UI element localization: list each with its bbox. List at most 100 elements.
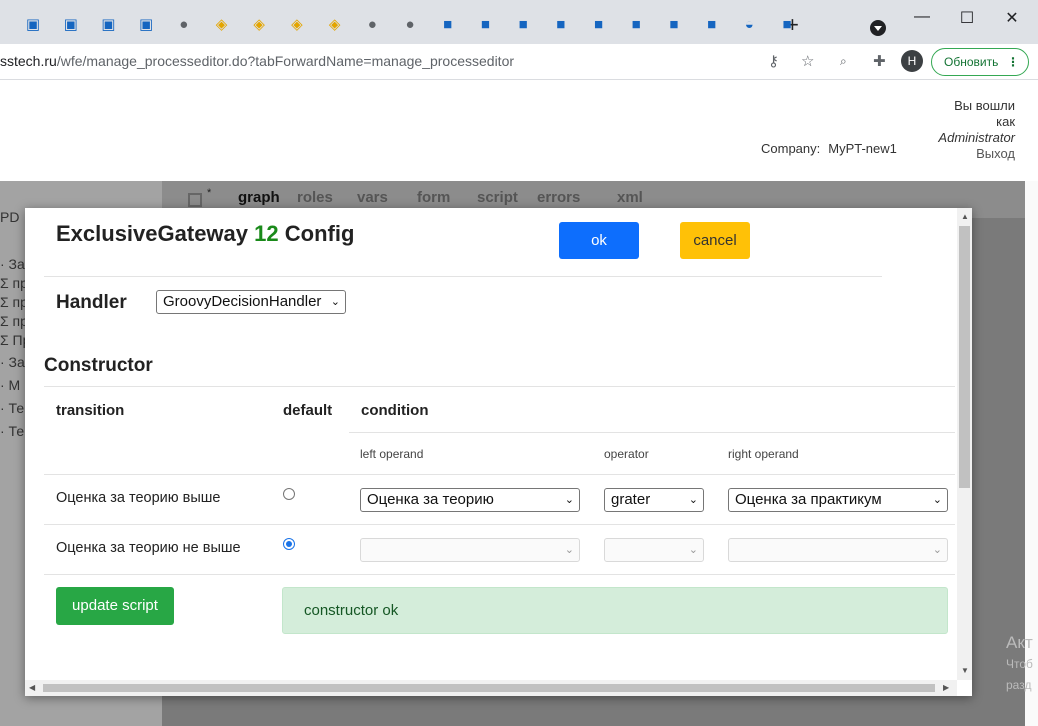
left-panel-item[interactable]: Σ пр [0,275,28,291]
scroll-thumb[interactable] [43,684,935,692]
chevron-down-icon: ⌄ [932,494,942,506]
login-line2: как [996,114,1015,129]
cancel-button[interactable]: cancel [680,222,750,259]
horizontal-scrollbar[interactable]: ◀ ▶ [25,680,957,696]
close-window-icon[interactable]: ✕ [1002,8,1022,28]
operator-select[interactable]: ⌄ [604,538,704,562]
update-label: Обновить [944,55,999,69]
star-icon[interactable]: ☆ [801,52,814,70]
divider [44,574,955,575]
scroll-down-icon[interactable]: ▼ [961,666,969,675]
tab-search-icon[interactable] [870,20,886,36]
swoosh-icon[interactable]: ◒ [736,12,762,38]
document-icon[interactable]: ▣ [20,12,46,38]
modified-mark: * [207,187,212,199]
puzzle-icon[interactable]: ✚ [873,52,886,70]
left-panel-item[interactable]: PD [0,209,19,225]
left-operand-value: Оценка за теорию [367,491,494,508]
handler-select[interactable]: GroovyDecisionHandler ⌄ [156,290,346,314]
watermark-line2: Чтоб [1006,657,1033,671]
transition-name: Оценка за теорию не выше [56,540,241,556]
scroll-up-icon[interactable]: ▲ [961,212,969,221]
globe-icon[interactable]: ● [171,12,197,38]
left-panel-item[interactable]: · М [0,377,20,393]
browser-update-button[interactable]: Обновить ⋮ [931,48,1029,76]
left-panel-item[interactable]: · За [0,256,25,272]
app-icon[interactable]: ■ [623,12,649,38]
left-panel-item[interactable]: · Те [0,423,24,439]
left-operand-select[interactable]: ⌄ [360,538,580,562]
right-operand-select[interactable]: Оценка за практикум ⌄ [728,488,948,512]
right-operand-select[interactable]: ⌄ [728,538,948,562]
shield-icon[interactable]: ◈ [322,12,348,38]
shield-icon[interactable]: ◈ [246,12,272,38]
company-label: Company: [761,141,821,156]
default-radio[interactable] [283,488,295,500]
transition-name: Оценка за теорию выше [56,490,221,506]
tab-roles[interactable]: roles [297,189,333,206]
left-panel-item[interactable]: · За [0,354,25,370]
divider [44,276,882,277]
app-icon[interactable]: ■ [472,12,498,38]
document-icon[interactable]: ▣ [133,12,159,38]
app-icon[interactable]: ■ [510,12,536,38]
col-default: default [283,402,333,419]
status-alert: constructor ok [282,587,948,634]
col-transition: transition [56,402,125,419]
left-panel-item[interactable]: Σ пр [0,294,28,310]
app-icon[interactable]: ■ [548,12,574,38]
tab-vars[interactable]: vars [357,189,388,206]
app-icon[interactable]: ■ [699,12,725,38]
tab-form[interactable]: form [417,189,450,206]
globe-icon[interactable]: ● [359,12,385,38]
left-panel-item[interactable]: · Те [0,400,24,416]
col-left-operand: left operand [360,447,424,461]
right-operand-value: Оценка за практикум [735,491,882,508]
minimize-icon[interactable]: — [912,8,932,26]
app-icon[interactable]: ■ [435,12,461,38]
url-host: sstech.ru [0,53,57,69]
operator-select[interactable]: grater ⌄ [604,488,704,512]
tab-script[interactable]: script [477,189,518,206]
app-icon[interactable]: ■ [661,12,687,38]
maximize-icon[interactable]: ☐ [957,8,977,28]
vertical-scrollbar[interactable]: ▲ ▼ [957,208,972,680]
app-icon[interactable]: ■ [586,12,612,38]
update-script-button[interactable]: update script [56,587,174,625]
document-icon[interactable]: ▣ [95,12,121,38]
ok-button[interactable]: ok [559,222,639,259]
url-field[interactable]: sstech.ru/wfe/manage_processeditor.do?ta… [0,53,514,69]
scroll-right-icon[interactable]: ▶ [943,683,949,692]
left-panel-item[interactable]: Σ пр [0,313,28,329]
tab-xml[interactable]: xml [617,189,643,206]
company-value: MyPT-new1 [828,141,897,156]
tab-errors[interactable]: errors [537,189,580,206]
globe-icon[interactable]: ● [397,12,423,38]
default-radio-selected[interactable] [283,538,295,550]
page-header: Вы вошли как Administrator Выход Company… [0,80,1038,181]
profile-avatar[interactable]: H [901,50,923,72]
handler-value: GroovyDecisionHandler [163,293,322,310]
handler-label: Handler [56,292,127,313]
scroll-thumb[interactable] [959,226,970,488]
title-number: 12 [254,221,279,246]
app-icon[interactable]: ■ [774,12,800,38]
save-icon[interactable] [188,193,202,207]
chevron-down-icon: ⌄ [688,494,698,506]
tab-graph[interactable]: graph [238,189,280,206]
company-info: Company: MyPT-new1 [761,141,897,156]
document-icon[interactable]: ▣ [58,12,84,38]
logout-link[interactable]: Выход [938,146,1015,162]
chevron-down-icon: ⌄ [330,296,340,308]
shield-icon[interactable]: ◈ [284,12,310,38]
scroll-left-icon[interactable]: ◀ [29,683,35,692]
divider [44,386,955,387]
search-extension-icon[interactable]: ⌕ [840,54,847,69]
browser-tab-strip: + — ☐ ✕ ▣ ▣ ▣ ▣ ● ◈ ◈ ◈ ◈ ● ● ■ ■ ■ ■ ■ ■ ■ ■ ◒ ■ [0,0,1038,44]
title-suffix: Config [284,221,355,246]
col-right-operand: right operand [728,447,799,461]
more-icon: ⋮ [1007,55,1019,69]
shield-icon[interactable]: ◈ [209,12,235,38]
left-operand-select[interactable]: Оценка за теорию ⌄ [360,488,580,512]
key-icon[interactable]: ⚷ [768,52,779,70]
